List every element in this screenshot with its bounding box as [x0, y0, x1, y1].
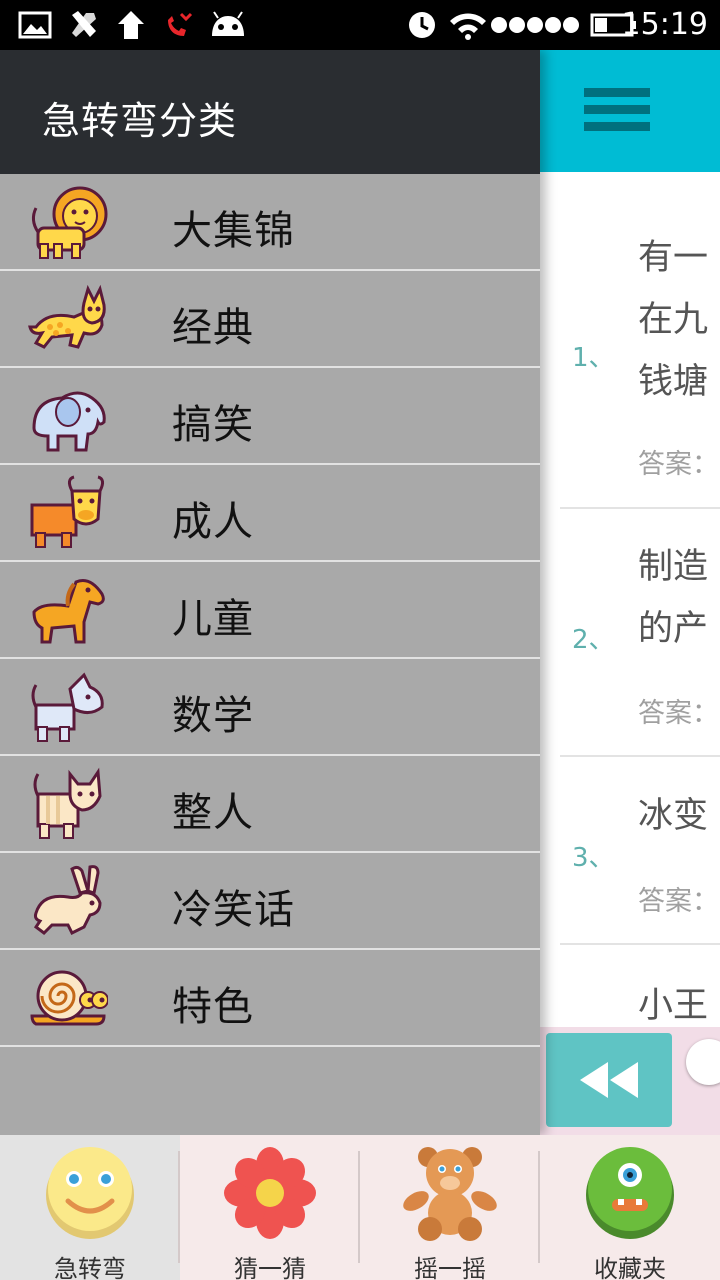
question-number: 2、 — [572, 625, 615, 655]
question-item[interactable]: 1、 有一 在九 钱塘 答案： — [560, 172, 720, 509]
question-text-line: 制造 — [638, 547, 709, 587]
upload-arrow-icon — [116, 8, 146, 42]
category-label: 经典 — [172, 305, 254, 351]
navigation-drawer: 急转弯分类 大集锦 经典 搞笑 成人 儿童 数学 整人 冷笑话 特色 — [0, 50, 540, 1135]
cheetah-icon — [28, 281, 108, 357]
answer-label: 答案： — [638, 449, 719, 480]
hamburger-menu-icon[interactable] — [580, 85, 656, 135]
question-item[interactable]: 2、 制造 的产 答案： — [560, 509, 720, 757]
tab-label: 摇一摇 — [414, 1255, 486, 1280]
ad-banner — [540, 1027, 720, 1135]
elephant-icon — [28, 378, 108, 454]
category-item-children[interactable]: 儿童 — [0, 562, 540, 659]
tab-label: 猜一猜 — [234, 1255, 306, 1280]
drawer-header: 急转弯分类 — [0, 50, 540, 174]
question-item[interactable]: 小王 — [560, 945, 720, 1027]
cat-icon — [28, 766, 108, 842]
question-number: 3、 — [572, 843, 615, 873]
category-item-prank[interactable]: 整人 — [0, 756, 540, 853]
app-toolbar — [540, 50, 720, 172]
status-time: 15:19 — [621, 7, 708, 42]
main-content: 1、 有一 在九 钱塘 答案： 2、 制造 的产 答案： 3、 冰变 答案： 小… — [540, 50, 720, 1135]
tab-label: 急转弯 — [54, 1255, 126, 1280]
teddy-bear-icon — [402, 1145, 498, 1241]
question-text-line: 的产 — [638, 609, 709, 649]
bottom-tab-bar: 急转弯 猜一猜 摇一摇 收藏夹 — [0, 1135, 720, 1280]
question-text-line: 有一 — [638, 238, 709, 278]
dog-icon — [28, 669, 108, 745]
category-list: 大集锦 经典 搞笑 成人 儿童 数学 整人 冷笑话 特色 — [0, 174, 540, 1047]
smiley-face-icon — [42, 1145, 138, 1241]
drawer-title: 急转弯分类 — [42, 99, 238, 143]
category-label: 搞笑 — [172, 402, 254, 448]
category-item-cold-jokes[interactable]: 冷笑话 — [0, 853, 540, 950]
missed-call-icon — [164, 8, 194, 42]
category-label: 整人 — [172, 790, 254, 836]
signal-dots-icon — [490, 8, 580, 42]
question-text-line: 冰变 — [638, 796, 709, 836]
category-label: 儿童 — [172, 596, 254, 642]
snail-icon — [28, 960, 109, 1036]
tab-brain-teasers[interactable]: 急转弯 — [0, 1135, 180, 1280]
answer-label: 答案： — [638, 886, 719, 917]
category-item-funny[interactable]: 搞笑 — [0, 368, 540, 465]
tab-favorites[interactable]: 收藏夹 — [540, 1135, 720, 1280]
question-list: 1、 有一 在九 钱塘 答案： 2、 制造 的产 答案： 3、 冰变 答案： 小… — [540, 172, 720, 1027]
android-icon — [208, 8, 248, 42]
category-item-special[interactable]: 特色 — [0, 950, 540, 1047]
lion-icon — [28, 184, 108, 260]
category-item-all[interactable]: 大集锦 — [0, 174, 540, 271]
tools-icon — [68, 8, 100, 42]
tab-shake[interactable]: 摇一摇 — [360, 1135, 540, 1280]
category-label: 大集锦 — [172, 208, 295, 254]
category-label: 数学 — [172, 693, 254, 739]
rabbit-icon — [28, 863, 108, 939]
tab-guess[interactable]: 猜一猜 — [180, 1135, 360, 1280]
rewind-icon[interactable] — [546, 1033, 672, 1127]
category-label: 成人 — [172, 499, 254, 545]
alarm-icon — [406, 8, 438, 42]
question-item[interactable]: 3、 冰变 答案： — [560, 757, 720, 945]
question-text-line: 钱塘 — [638, 362, 709, 402]
category-label: 冷笑话 — [172, 887, 295, 933]
answer-label: 答案： — [638, 698, 719, 729]
category-label: 特色 — [172, 984, 254, 1030]
bull-icon — [28, 475, 108, 551]
one-eyed-monster-icon — [582, 1145, 678, 1241]
question-number: 1、 — [572, 343, 615, 373]
toggle-switch[interactable] — [686, 1039, 720, 1085]
question-text-line: 小王 — [638, 986, 709, 1026]
status-bar: 15:19 — [0, 0, 720, 50]
category-item-math[interactable]: 数学 — [0, 659, 540, 756]
wifi-icon — [448, 8, 488, 42]
category-item-adult[interactable]: 成人 — [0, 465, 540, 562]
question-text-line: 在九 — [638, 300, 709, 340]
horse-icon — [28, 572, 108, 648]
flower-icon — [222, 1145, 318, 1241]
gallery-icon — [18, 8, 52, 42]
category-item-classic[interactable]: 经典 — [0, 271, 540, 368]
tab-label: 收藏夹 — [594, 1255, 666, 1280]
